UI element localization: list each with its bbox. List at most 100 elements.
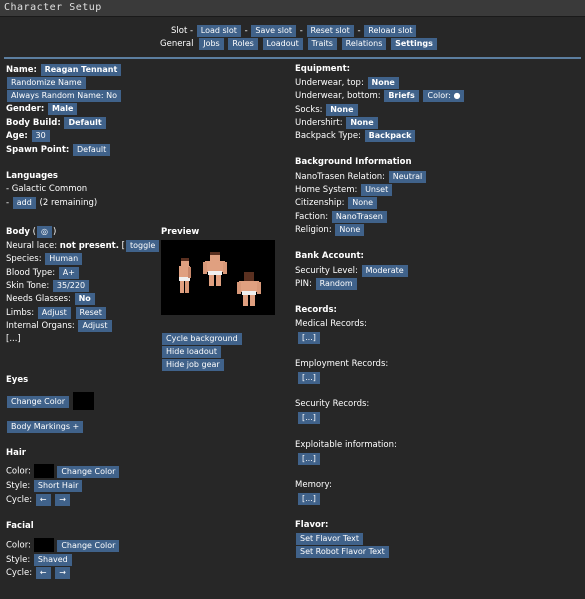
add-language-button[interactable]: add xyxy=(12,197,36,209)
facial-style-row: Style: Shaved xyxy=(6,554,73,566)
always-random-name-button[interactable]: Always Random Name: No xyxy=(7,90,121,102)
religion-button[interactable]: None xyxy=(335,224,365,236)
pin-button[interactable]: Random xyxy=(315,278,357,290)
glasses-label: Needs Glasses: xyxy=(6,294,71,304)
skin-tone-button[interactable]: 35/220 xyxy=(52,280,90,292)
reset-slot-button[interactable]: Reset slot xyxy=(306,25,354,37)
tab-loadout[interactable]: Loadout xyxy=(262,38,303,50)
equipment-header: Equipment: xyxy=(295,64,351,74)
security-records-button[interactable]: [...] xyxy=(298,412,320,424)
blood-type-row: Blood Type: A+ xyxy=(6,267,80,279)
hair-style-button[interactable]: Short Hair xyxy=(33,480,83,492)
nt-relation-button[interactable]: Neutral xyxy=(388,171,427,183)
undershirt-button[interactable]: None xyxy=(346,117,378,129)
tab-traits[interactable]: Traits xyxy=(307,38,337,50)
slot-sep: - xyxy=(357,26,361,36)
hair-change-color-button[interactable]: Change Color xyxy=(57,465,120,478)
limbs-reset-button[interactable]: Reset xyxy=(75,307,106,319)
age-button[interactable]: 30 xyxy=(31,130,50,142)
hide-job-gear-row: Hide job gear xyxy=(161,359,225,371)
set-robot-flavor-text-button[interactable]: Set Robot Flavor Text xyxy=(296,546,389,558)
facial-next-arrow-icon[interactable]: → xyxy=(55,567,70,579)
memory-button[interactable]: [...] xyxy=(298,493,320,505)
gender-button[interactable]: Male xyxy=(47,103,78,115)
tab-settings[interactable]: Settings xyxy=(391,38,437,50)
character-preview xyxy=(161,240,275,315)
undershirt-label: Undershirt: xyxy=(295,118,343,128)
load-slot-button[interactable]: Load slot xyxy=(196,25,241,37)
hide-job-gear-button[interactable]: Hide job gear xyxy=(162,359,224,371)
hair-next-arrow-icon[interactable]: → xyxy=(55,494,70,506)
citizenship-button[interactable]: None xyxy=(348,197,378,209)
underwear-bottom-button[interactable]: Briefs xyxy=(384,90,419,102)
tab-general[interactable]: General xyxy=(160,39,194,49)
facial-change-color-button[interactable]: Change Color xyxy=(57,539,120,552)
species-label: Species: xyxy=(6,254,42,264)
name-row: Name: Reagan Tennant xyxy=(6,64,122,76)
species-button[interactable]: Human xyxy=(45,253,83,265)
blood-type-button[interactable]: A+ xyxy=(58,267,79,279)
backpack-label: Backpack Type: xyxy=(295,131,361,141)
flavor-header: Flavor: xyxy=(295,520,329,530)
facial-style-label: Style: xyxy=(6,555,31,565)
body-toggle-icon-button[interactable]: ◎ xyxy=(36,226,52,238)
underwear-color-button[interactable]: Color: ● xyxy=(423,90,465,102)
tab-roles[interactable]: Roles xyxy=(228,38,258,50)
skin-tone-row: Skin Tone: 35/220 xyxy=(6,280,90,292)
eyes-header: Eyes xyxy=(6,375,29,385)
underwear-bottom-row: Underwear, bottom: Briefs Color: ● xyxy=(295,90,465,102)
pin-row: PIN: Random xyxy=(295,278,358,290)
robot-flavor-text-row: Set Robot Flavor Text xyxy=(295,546,390,558)
backpack-button[interactable]: Backpack xyxy=(364,130,416,142)
underwear-top-row: Underwear, top: None xyxy=(295,77,400,89)
body-build-label: Body Build: xyxy=(6,118,61,128)
security-level-button[interactable]: Moderate xyxy=(361,265,408,277)
neural-lace-toggle-button[interactable]: toggle xyxy=(125,240,160,252)
body-ellipsis[interactable]: [...] xyxy=(6,334,21,345)
hide-loadout-button[interactable]: Hide loadout xyxy=(162,346,221,358)
faction-button[interactable]: NanoTrasen xyxy=(331,211,387,223)
eyes-change-color-button[interactable]: Change Color xyxy=(7,395,70,408)
memory-row: [...] xyxy=(297,493,321,505)
limbs-adjust-button[interactable]: Adjust xyxy=(37,307,71,319)
sprite-front xyxy=(203,252,227,286)
records-header: Records: xyxy=(295,305,337,315)
tab-jobs[interactable]: Jobs xyxy=(199,38,224,50)
facial-prev-arrow-icon[interactable]: ← xyxy=(35,567,51,579)
facial-style-button[interactable]: Shaved xyxy=(33,554,72,566)
citizenship-row: Citizenship: None xyxy=(295,197,378,209)
tab-relations[interactable]: Relations xyxy=(341,38,387,50)
underwear-bottom-label: Underwear, bottom: xyxy=(295,91,381,101)
save-slot-button[interactable]: Save slot xyxy=(251,25,297,37)
slot-sep: - xyxy=(244,26,248,36)
organs-adjust-button[interactable]: Adjust xyxy=(78,320,112,332)
employment-records-button[interactable]: [...] xyxy=(298,372,320,384)
hair-prev-arrow-icon[interactable]: ← xyxy=(35,494,51,506)
paren-open: ( xyxy=(32,227,36,237)
body-markings-button[interactable]: Body Markings + xyxy=(7,421,84,433)
name-button[interactable]: Reagan Tennant xyxy=(40,64,122,76)
underwear-top-button[interactable]: None xyxy=(367,77,399,89)
randomize-name-button[interactable]: Randomize Name xyxy=(7,77,86,89)
cycle-background-button[interactable]: Cycle background xyxy=(162,333,242,345)
spawn-point-button[interactable]: Default xyxy=(73,144,111,156)
blood-type-label: Blood Type: xyxy=(6,268,56,278)
neural-lace-row: Neural lace: not present. [toggle] xyxy=(6,240,164,252)
tab-row: General Jobs Roles Loadout Traits Relati… xyxy=(160,38,438,50)
exploitable-info-button[interactable]: [...] xyxy=(298,453,320,465)
medical-records-button[interactable]: [...] xyxy=(298,332,320,344)
medical-records-label: Medical Records: xyxy=(295,319,367,329)
hair-style-label: Style: xyxy=(6,481,31,491)
body-build-button[interactable]: Default xyxy=(64,117,106,129)
reload-slot-button[interactable]: Reload slot xyxy=(364,25,417,37)
citizenship-label: Citizenship: xyxy=(295,198,345,208)
security-records-row: [...] xyxy=(297,412,321,424)
socks-button[interactable]: None xyxy=(326,104,358,116)
employment-records-row: [...] xyxy=(297,372,321,384)
limbs-row: Limbs: Adjust Reset xyxy=(6,307,107,319)
set-flavor-text-button[interactable]: Set Flavor Text xyxy=(296,533,364,545)
glasses-button[interactable]: No xyxy=(74,293,95,305)
eyes-row: Change Color xyxy=(6,392,94,410)
home-system-button[interactable]: Unset xyxy=(361,184,393,196)
internal-organs-label: Internal Organs: xyxy=(6,321,75,331)
